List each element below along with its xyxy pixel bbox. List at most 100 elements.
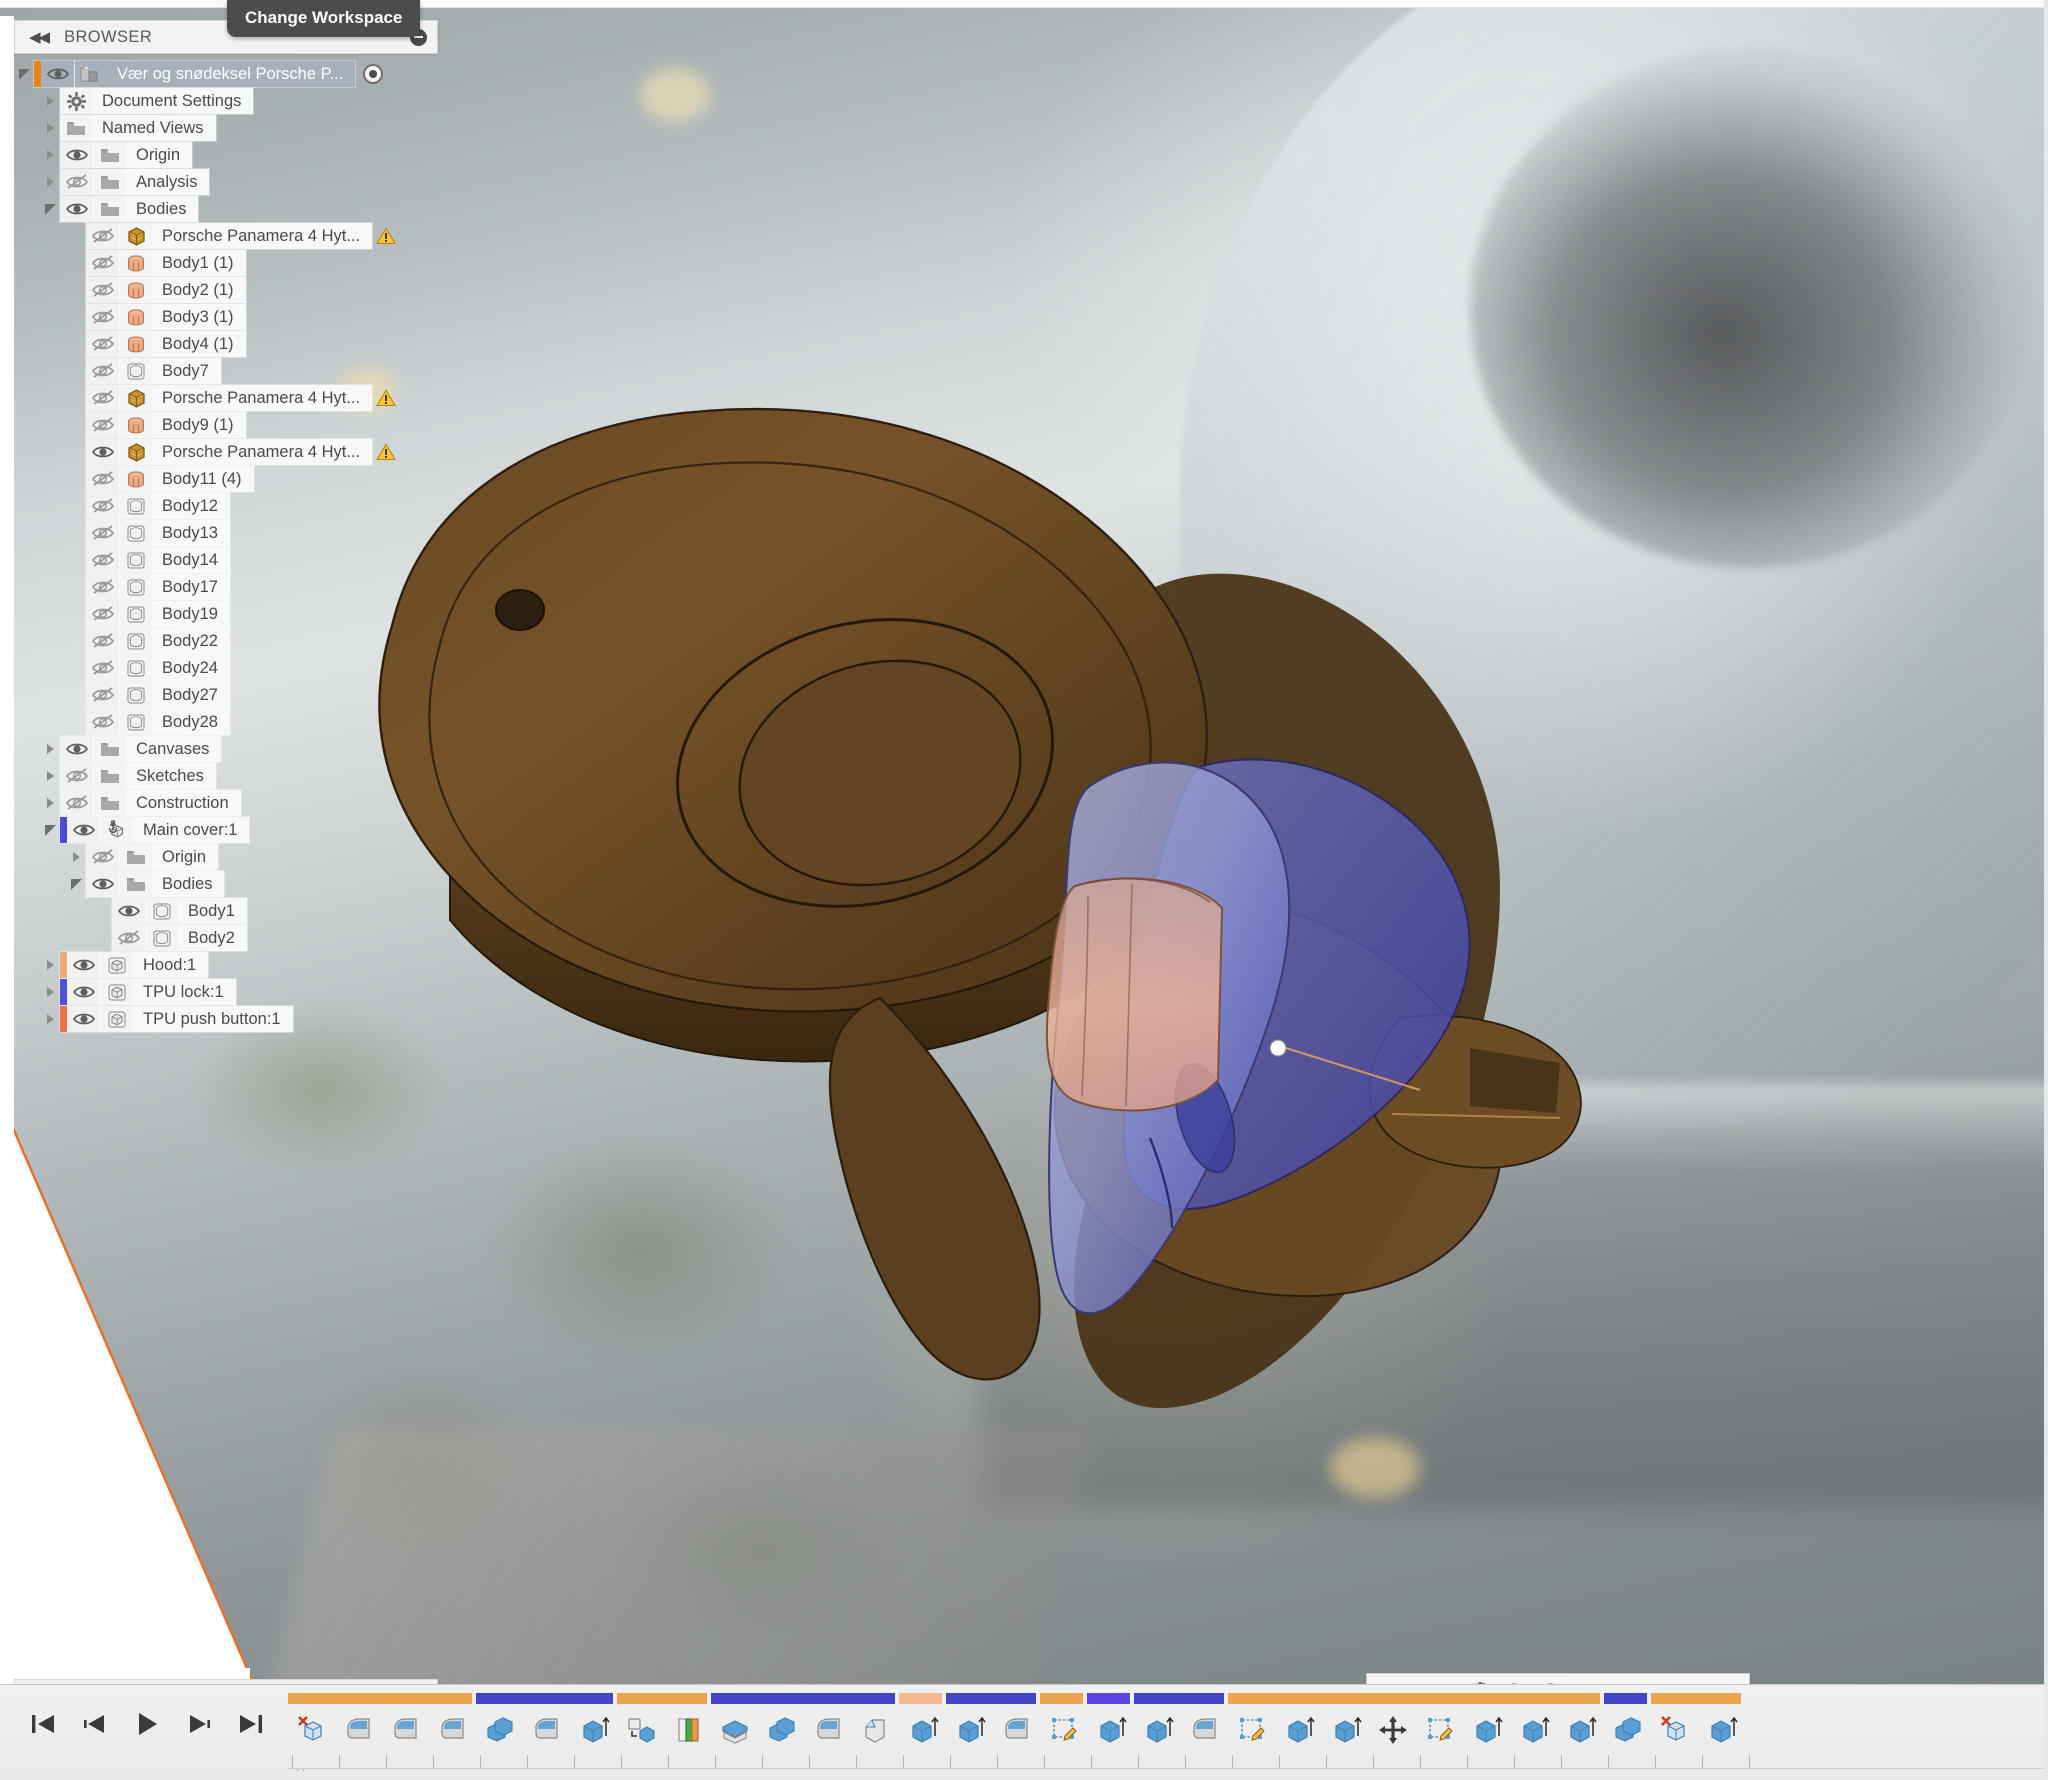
- warning-icon[interactable]: [376, 227, 396, 245]
- eye-hidden-icon[interactable]: [86, 709, 120, 735]
- warning-icon[interactable]: [376, 389, 396, 407]
- timeline-feature-extrude[interactable]: [1134, 1708, 1181, 1752]
- tree-row-content[interactable]: Body19: [86, 601, 230, 627]
- tree-row-content[interactable]: Body17: [86, 574, 230, 600]
- eye-hidden-icon[interactable]: [86, 493, 120, 519]
- eye-hidden-icon[interactable]: [86, 358, 120, 384]
- timeline-feature-extrude[interactable]: [1275, 1708, 1322, 1752]
- tree-row-content[interactable]: Body2: [112, 925, 247, 951]
- tree-row[interactable]: Body13: [66, 520, 438, 546]
- eye-hidden-icon[interactable]: [86, 682, 120, 708]
- tree-row[interactable]: Body12: [66, 493, 438, 519]
- collapse-arrow-icon[interactable]: [40, 204, 60, 215]
- eye-hidden-icon[interactable]: [86, 574, 120, 600]
- tree-row-content[interactable]: Body22: [86, 628, 230, 654]
- tree-row-content[interactable]: Body14: [86, 547, 230, 573]
- tree-row[interactable]: Origin: [40, 142, 438, 168]
- tree-row[interactable]: Body22: [66, 628, 438, 654]
- eye-visible-icon[interactable]: [86, 439, 120, 465]
- eye-hidden-icon[interactable]: [86, 655, 120, 681]
- tree-row-content[interactable]: Hood:1: [60, 952, 208, 978]
- tree-row-content[interactable]: Body7: [86, 358, 221, 384]
- tree-row[interactable]: Body27: [66, 682, 438, 708]
- tree-row-content[interactable]: Document Settings: [60, 88, 253, 114]
- eye-visible-icon[interactable]: [60, 736, 94, 762]
- tree-row-content[interactable]: Body1 (1): [86, 250, 246, 276]
- eye-visible-icon[interactable]: [67, 817, 101, 843]
- tree-row-content[interactable]: Body12: [86, 493, 230, 519]
- tree-row-content[interactable]: Origin: [86, 844, 218, 870]
- timeline-feature-extrude[interactable]: [1463, 1708, 1510, 1752]
- collapse-arrow-icon[interactable]: [14, 69, 34, 80]
- tree-row[interactable]: Vær og snødeksel Porsche P...: [14, 61, 438, 87]
- tree-row[interactable]: Body1: [92, 898, 438, 924]
- timeline-feature-extrude[interactable]: [1087, 1708, 1134, 1752]
- tree-row[interactable]: Named Views: [40, 115, 438, 141]
- eye-hidden-icon[interactable]: [86, 277, 120, 303]
- eye-hidden-icon[interactable]: [86, 385, 120, 411]
- tree-row[interactable]: Body9 (1): [66, 412, 438, 438]
- eye-hidden-icon[interactable]: [86, 466, 120, 492]
- eye-hidden-icon[interactable]: [60, 169, 94, 195]
- tree-row[interactable]: Analysis: [40, 169, 438, 195]
- expand-arrow-icon[interactable]: [40, 744, 60, 754]
- eye-hidden-icon[interactable]: [86, 412, 120, 438]
- tree-row[interactable]: Main cover:1: [40, 817, 438, 843]
- tree-row-content[interactable]: Named Views: [60, 115, 216, 141]
- timeline-feature-extrude[interactable]: [1698, 1708, 1745, 1752]
- tree-row[interactable]: Porsche Panamera 4 Hyt...: [66, 439, 438, 465]
- tree-row[interactable]: Document Settings: [40, 88, 438, 114]
- tree-row-content[interactable]: Porsche Panamera 4 Hyt...: [86, 223, 372, 249]
- tree-row[interactable]: Porsche Panamera 4 Hyt...: [66, 385, 438, 411]
- tree-row-content[interactable]: Bodies: [60, 196, 198, 222]
- tree-row-content[interactable]: Body9 (1): [86, 412, 246, 438]
- tree-row-content[interactable]: Body3 (1): [86, 304, 246, 330]
- tree-row-content[interactable]: Vær og snødeksel Porsche P...: [34, 61, 355, 87]
- tree-row[interactable]: Origin: [66, 844, 438, 870]
- expand-arrow-icon[interactable]: [66, 852, 86, 862]
- step-back-button[interactable]: [80, 1709, 110, 1739]
- tree-row[interactable]: Body11 (4): [66, 466, 438, 492]
- timeline-track[interactable]: ..: [288, 1685, 2048, 1780]
- timeline-feature-extrude-join[interactable]: [1604, 1708, 1651, 1752]
- timeline-feature-sketch-edit[interactable]: [1040, 1708, 1087, 1752]
- tree-row-content[interactable]: Porsche Panamera 4 Hyt...: [86, 385, 372, 411]
- tree-row-content[interactable]: TPU lock:1: [60, 979, 236, 1005]
- timeline-feature-sketch-shape[interactable]: [993, 1708, 1040, 1752]
- eye-hidden-icon[interactable]: [60, 763, 94, 789]
- active-document-radio[interactable]: [363, 64, 383, 84]
- tree-row-content[interactable]: Sketches: [60, 763, 216, 789]
- timeline-feature-extrude[interactable]: [570, 1708, 617, 1752]
- tree-row-content[interactable]: Main cover:1: [60, 817, 249, 843]
- eye-hidden-icon[interactable]: [60, 790, 94, 816]
- timeline-feature-extrude[interactable]: [1557, 1708, 1604, 1752]
- timeline-feature-split-face[interactable]: [664, 1708, 711, 1752]
- expand-arrow-icon[interactable]: [40, 771, 60, 781]
- tree-row-content[interactable]: TPU push button:1: [60, 1006, 293, 1032]
- tree-row-content[interactable]: Body11 (4): [86, 466, 254, 492]
- timeline-feature-extrude[interactable]: [899, 1708, 946, 1752]
- eye-visible-icon[interactable]: [60, 196, 94, 222]
- warning-icon[interactable]: [376, 443, 396, 461]
- timeline-feature-shell[interactable]: [711, 1708, 758, 1752]
- tree-row[interactable]: Bodies: [40, 196, 438, 222]
- tree-row[interactable]: Body7: [66, 358, 438, 384]
- play-button[interactable]: [132, 1709, 162, 1739]
- expand-arrow-icon[interactable]: [40, 1014, 60, 1024]
- eye-hidden-icon[interactable]: [86, 250, 120, 276]
- expand-arrow-icon[interactable]: [40, 96, 60, 106]
- tree-row[interactable]: Body2 (1): [66, 277, 438, 303]
- tree-row[interactable]: Body1 (1): [66, 250, 438, 276]
- timeline-feature-move[interactable]: [1369, 1708, 1416, 1752]
- tree-row-content[interactable]: Body27: [86, 682, 230, 708]
- tree-row[interactable]: Body3 (1): [66, 304, 438, 330]
- eye-hidden-icon[interactable]: [86, 601, 120, 627]
- tree-row-content[interactable]: Analysis: [60, 169, 209, 195]
- eye-hidden-icon[interactable]: [86, 520, 120, 546]
- timeline-feature-extrude[interactable]: [1510, 1708, 1557, 1752]
- tree-row[interactable]: Body24: [66, 655, 438, 681]
- timeline-feature-extrude[interactable]: [946, 1708, 993, 1752]
- timeline-feature-sketch-shape[interactable]: [335, 1708, 382, 1752]
- eye-hidden-icon[interactable]: [86, 223, 120, 249]
- expand-arrow-icon[interactable]: [40, 960, 60, 970]
